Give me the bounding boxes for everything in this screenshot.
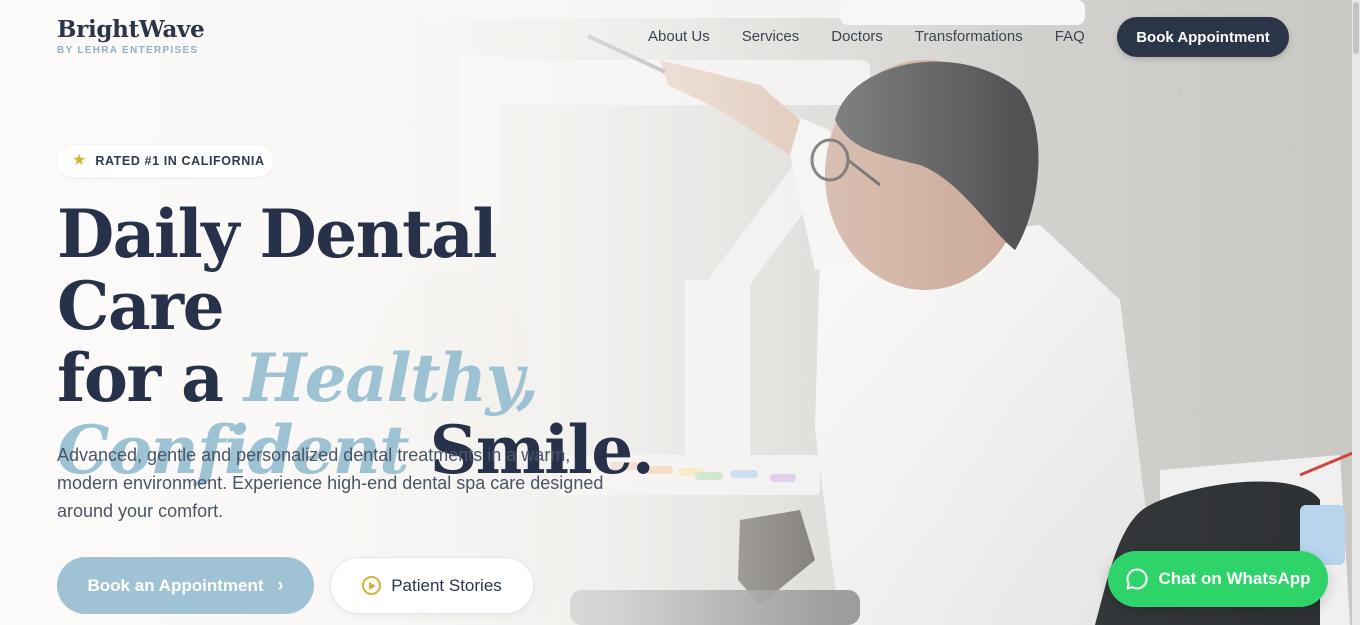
scrollbar-thumb[interactable] bbox=[1353, 2, 1359, 54]
headline-line-2-start: for a bbox=[57, 339, 244, 417]
patient-stories-button[interactable]: Patient Stories bbox=[330, 557, 534, 614]
nav-link-faq[interactable]: FAQ bbox=[1055, 28, 1085, 45]
chat-bubble-icon bbox=[1126, 568, 1149, 590]
headline-line-1: Daily Dental Care bbox=[57, 195, 498, 345]
brand-tagline: BY LEHRA ENTERPISES bbox=[57, 45, 199, 56]
rating-badge-text: RATED #1 IN CALIFORNIA bbox=[95, 154, 265, 168]
patient-stories-label: Patient Stories bbox=[391, 575, 502, 595]
nav-link-about-us[interactable]: About Us bbox=[648, 28, 710, 45]
nav-link-transformations[interactable]: Transformations bbox=[915, 28, 1023, 45]
brand-logo[interactable]: BrightWave BY LEHRA ENTERPISES bbox=[57, 16, 205, 56]
star-icon: ★ bbox=[72, 152, 87, 169]
chat-on-whatsapp-label: Chat on WhatsApp bbox=[1158, 569, 1311, 588]
chat-on-whatsapp-button[interactable]: Chat on WhatsApp bbox=[1108, 551, 1328, 607]
nav-link-services[interactable]: Services bbox=[742, 28, 800, 45]
play-circle-icon bbox=[362, 576, 382, 595]
chevron-right-icon: › bbox=[277, 575, 284, 595]
main-navigation: About Us Services Doctors Transformation… bbox=[648, 28, 1085, 45]
hero-description: Advanced, gentle and personalized dental… bbox=[57, 445, 604, 521]
book-an-appointment-label: Book an Appointment bbox=[87, 575, 264, 595]
page-scrollbar[interactable] bbox=[1352, 0, 1360, 625]
nav-link-doctors[interactable]: Doctors bbox=[831, 28, 883, 45]
book-appointment-header-button[interactable]: Book Appointment bbox=[1117, 17, 1289, 57]
rating-badge: ★ RATED #1 IN CALIFORNIA bbox=[57, 145, 273, 177]
brand-name: BrightWave bbox=[57, 16, 205, 43]
book-an-appointment-button[interactable]: Book an Appointment › bbox=[57, 557, 314, 614]
headline-accent-healthy: Healthy, bbox=[243, 339, 539, 417]
